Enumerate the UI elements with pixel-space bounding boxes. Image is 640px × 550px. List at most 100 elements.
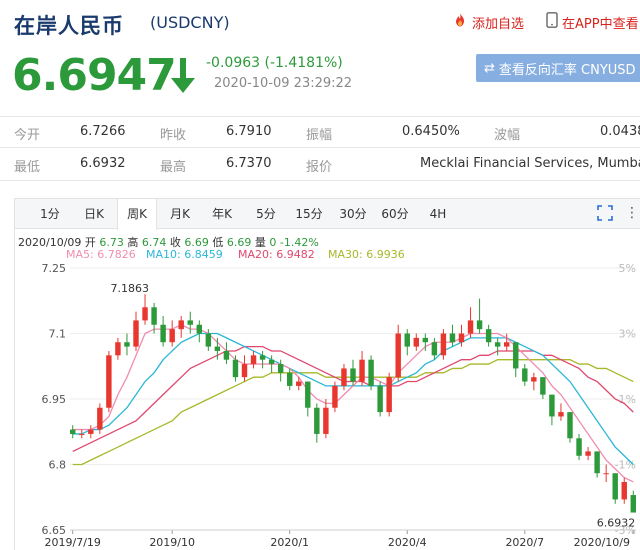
candle-body <box>522 368 528 382</box>
pct-tick-label: 5% <box>619 262 636 275</box>
y-tick-label: 6.95 <box>42 393 67 406</box>
low-label: 最低 <box>14 160 41 175</box>
candle-body <box>494 342 501 347</box>
view-in-app-button[interactable]: 在APP中查看 <box>546 12 639 32</box>
candle-body <box>268 359 275 365</box>
candle-body <box>621 481 627 500</box>
stats-row-2: 最低 6.6932 最高 6.7370 报价 Mecklai Financial… <box>0 156 640 186</box>
pct-tick-label: 1% <box>619 393 636 406</box>
tab-5min[interactable]: 5分 <box>249 199 283 229</box>
candle-body <box>377 385 383 413</box>
candle-body <box>540 377 546 395</box>
high-value: 6.7370 <box>226 156 272 171</box>
candle-body <box>314 407 320 434</box>
candle-body <box>612 473 618 500</box>
candle-body <box>404 333 410 347</box>
candle-body <box>214 346 221 351</box>
tab-yearly[interactable]: 年K <box>205 199 239 229</box>
tab-weekly[interactable]: 周K <box>117 199 157 230</box>
candle-body <box>413 337 420 347</box>
candle-body <box>449 333 456 343</box>
candle-body <box>359 359 365 382</box>
quote-timestamp: 2020-10-09 23:29:22 <box>214 76 353 91</box>
candle-body <box>467 320 474 334</box>
candle-body <box>133 320 139 347</box>
y-tick-label: 7.1 <box>49 328 67 341</box>
tab-60min[interactable]: 60分 <box>377 199 413 229</box>
candle-body <box>503 342 510 347</box>
candle-body <box>305 381 311 408</box>
candle-body <box>630 495 636 513</box>
candle-body <box>241 364 248 378</box>
more-options-icon[interactable]: ⋮ <box>625 205 639 221</box>
quoter-value: Mecklai Financial Services, Mumbai <box>420 156 640 171</box>
x-tick-label: 2019/7/19 <box>45 536 101 549</box>
candle-body <box>603 473 609 475</box>
candle-body <box>431 342 438 356</box>
candle-body <box>476 320 483 330</box>
pct-tick-label: 3% <box>619 328 636 341</box>
candle-body <box>531 377 537 382</box>
quoter-label: 报价 <box>306 160 333 175</box>
add-favorite-button[interactable]: 添加自选 <box>452 12 524 32</box>
prev-close-label: 昨收 <box>160 128 187 143</box>
volatility-label: 波幅 <box>494 128 521 143</box>
candle-body <box>286 372 293 386</box>
phone-icon <box>546 12 558 32</box>
reverse-rate-button[interactable]: ⇄ 查看反向汇率 CNYUSD <box>476 54 640 82</box>
tab-monthly[interactable]: 月K <box>163 199 197 229</box>
candle-body <box>558 412 564 417</box>
add-favorite-label: 添加自选 <box>472 16 525 32</box>
down-arrow-icon <box>170 58 196 98</box>
tab-1min[interactable]: 1分 <box>33 199 67 229</box>
amplitude-label: 振幅 <box>306 128 333 143</box>
candle-body <box>485 329 492 343</box>
candle-body <box>368 359 374 386</box>
candle-body <box>296 381 302 386</box>
y-tick-label: 7.25 <box>42 262 67 275</box>
candle-body <box>232 359 239 378</box>
candle-body <box>151 307 157 325</box>
y-tick-label: 6.8 <box>49 459 67 472</box>
view-in-app-label: 在APP中查看 <box>562 16 639 32</box>
amplitude-value: 0.6450% <box>402 124 460 139</box>
x-tick-label: 2019/10 <box>149 536 195 549</box>
divider <box>0 180 640 181</box>
period-tabs: 1分 日K 周K 月K 年K 5分 15分 30分 60分 4H ⋮ <box>15 199 640 230</box>
divider <box>0 147 640 148</box>
candle-body <box>576 438 582 456</box>
candle-body <box>332 385 338 408</box>
low-value: 6.6932 <box>80 156 126 171</box>
tab-15min[interactable]: 15分 <box>291 199 327 229</box>
candle-body <box>323 407 329 434</box>
candle-body <box>594 451 600 474</box>
x-tick-label: 2020/1 <box>270 536 309 549</box>
tab-daily[interactable]: 日K <box>77 199 111 229</box>
candle-body <box>97 407 103 430</box>
candle-body <box>422 337 429 343</box>
candle-body <box>106 355 112 408</box>
candle-body <box>79 433 85 435</box>
tab-30min[interactable]: 30分 <box>335 199 371 229</box>
swap-icon: ⇄ <box>484 60 495 76</box>
fullscreen-icon[interactable] <box>597 205 613 225</box>
reverse-rate-label: 查看反向汇率 CNYUSD <box>498 62 636 78</box>
x-tick-label: 2020/10/9 <box>574 536 630 549</box>
candle-body <box>440 333 447 356</box>
candle-body <box>395 333 401 378</box>
candle-body <box>205 333 212 347</box>
prev-close-value: 6.7910 <box>226 124 272 139</box>
page-title: 在岸人民币 <box>14 14 124 38</box>
candle-body <box>178 320 184 330</box>
candle-body <box>88 429 94 434</box>
open-value: 6.7266 <box>80 124 126 139</box>
candle-body <box>160 324 166 343</box>
volatility-value: 0.0438 <box>600 124 640 139</box>
open-label: 今开 <box>14 128 41 143</box>
candle-body <box>187 320 193 325</box>
candle-body <box>115 342 121 356</box>
currency-code: (USDCNY) <box>150 13 230 32</box>
tab-4h[interactable]: 4H <box>421 199 455 229</box>
candlestick-chart[interactable]: 7.257.16.956.86.655%3%1%-1%-3%7.18636.69… <box>0 260 640 550</box>
stats-row-1: 今开 6.7266 昨收 6.7910 振幅 0.6450% 波幅 0.0438 <box>0 124 640 154</box>
